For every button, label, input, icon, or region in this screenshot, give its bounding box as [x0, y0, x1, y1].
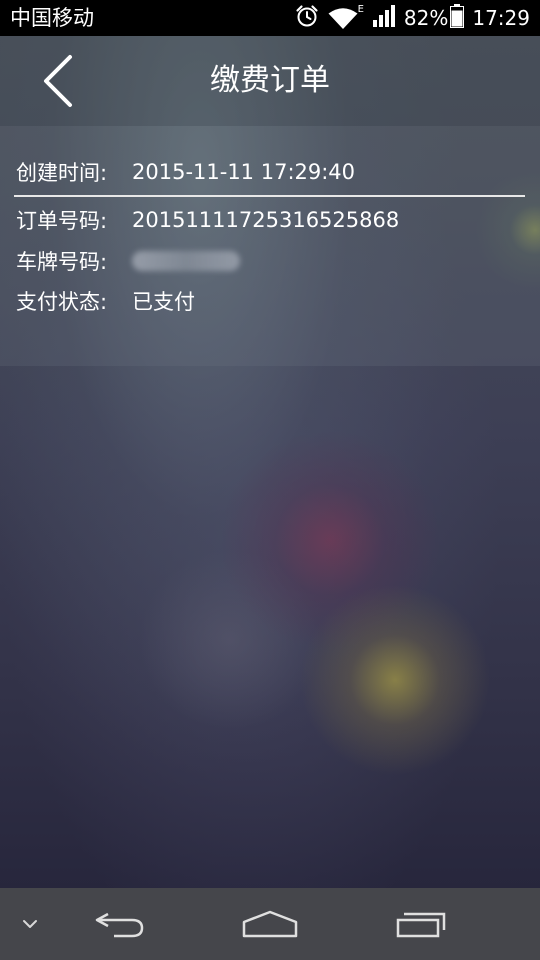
app-header: 缴费订单 [0, 36, 540, 126]
carrier-name: 中国移动 [10, 6, 94, 30]
nav-recent-apps-button[interactable] [382, 888, 462, 960]
created-time-row: 创建时间: 2015-11-11 17:29:40 [16, 155, 355, 189]
order-info-panel: 创建时间: 2015-11-11 17:29:40 订单号码: 20151111… [0, 126, 540, 366]
payment-status-label: 支付状态: [16, 290, 108, 314]
battery-icon [450, 4, 465, 32]
plate-number-label: 车牌号码: [16, 250, 108, 274]
home-icon [242, 910, 298, 938]
clock: 17:29 [472, 6, 530, 30]
alarm-icon [294, 3, 320, 33]
divider [14, 195, 525, 197]
plate-number-row: 车牌号码: [16, 244, 240, 278]
signal-icon [372, 4, 396, 32]
navigation-bar [0, 888, 540, 960]
chevron-down-icon [23, 920, 37, 928]
battery-status: 82% [403, 4, 465, 32]
plate-number-value-redacted [132, 251, 240, 271]
hide-nav-button[interactable] [10, 888, 50, 960]
payment-status-row: 支付状态: 已支付 [16, 284, 195, 318]
nav-back-button[interactable] [80, 888, 160, 960]
network-type-label: E [357, 4, 364, 15]
back-chevron-icon [44, 55, 72, 107]
created-time-value: 2015-11-11 17:29:40 [132, 160, 356, 184]
back-button[interactable] [28, 48, 88, 114]
order-number-label: 订单号码: [16, 209, 108, 233]
nav-home-button[interactable] [230, 888, 310, 960]
order-number-row: 订单号码: 20151111725316525868 [16, 203, 399, 237]
battery-percent: 82% [403, 6, 449, 30]
created-time-label: 创建时间: [16, 161, 108, 185]
recent-apps-icon [396, 912, 446, 938]
payment-status-value: 已支付 [132, 290, 195, 314]
back-arrow-icon [95, 912, 144, 938]
status-icons: E 82% 17:29 [294, 0, 530, 36]
status-bar: 中国移动 E 82% 17:29 [0, 0, 540, 36]
order-number-value: 20151111725316525868 [132, 208, 400, 232]
wifi-icon: E [328, 5, 364, 31]
